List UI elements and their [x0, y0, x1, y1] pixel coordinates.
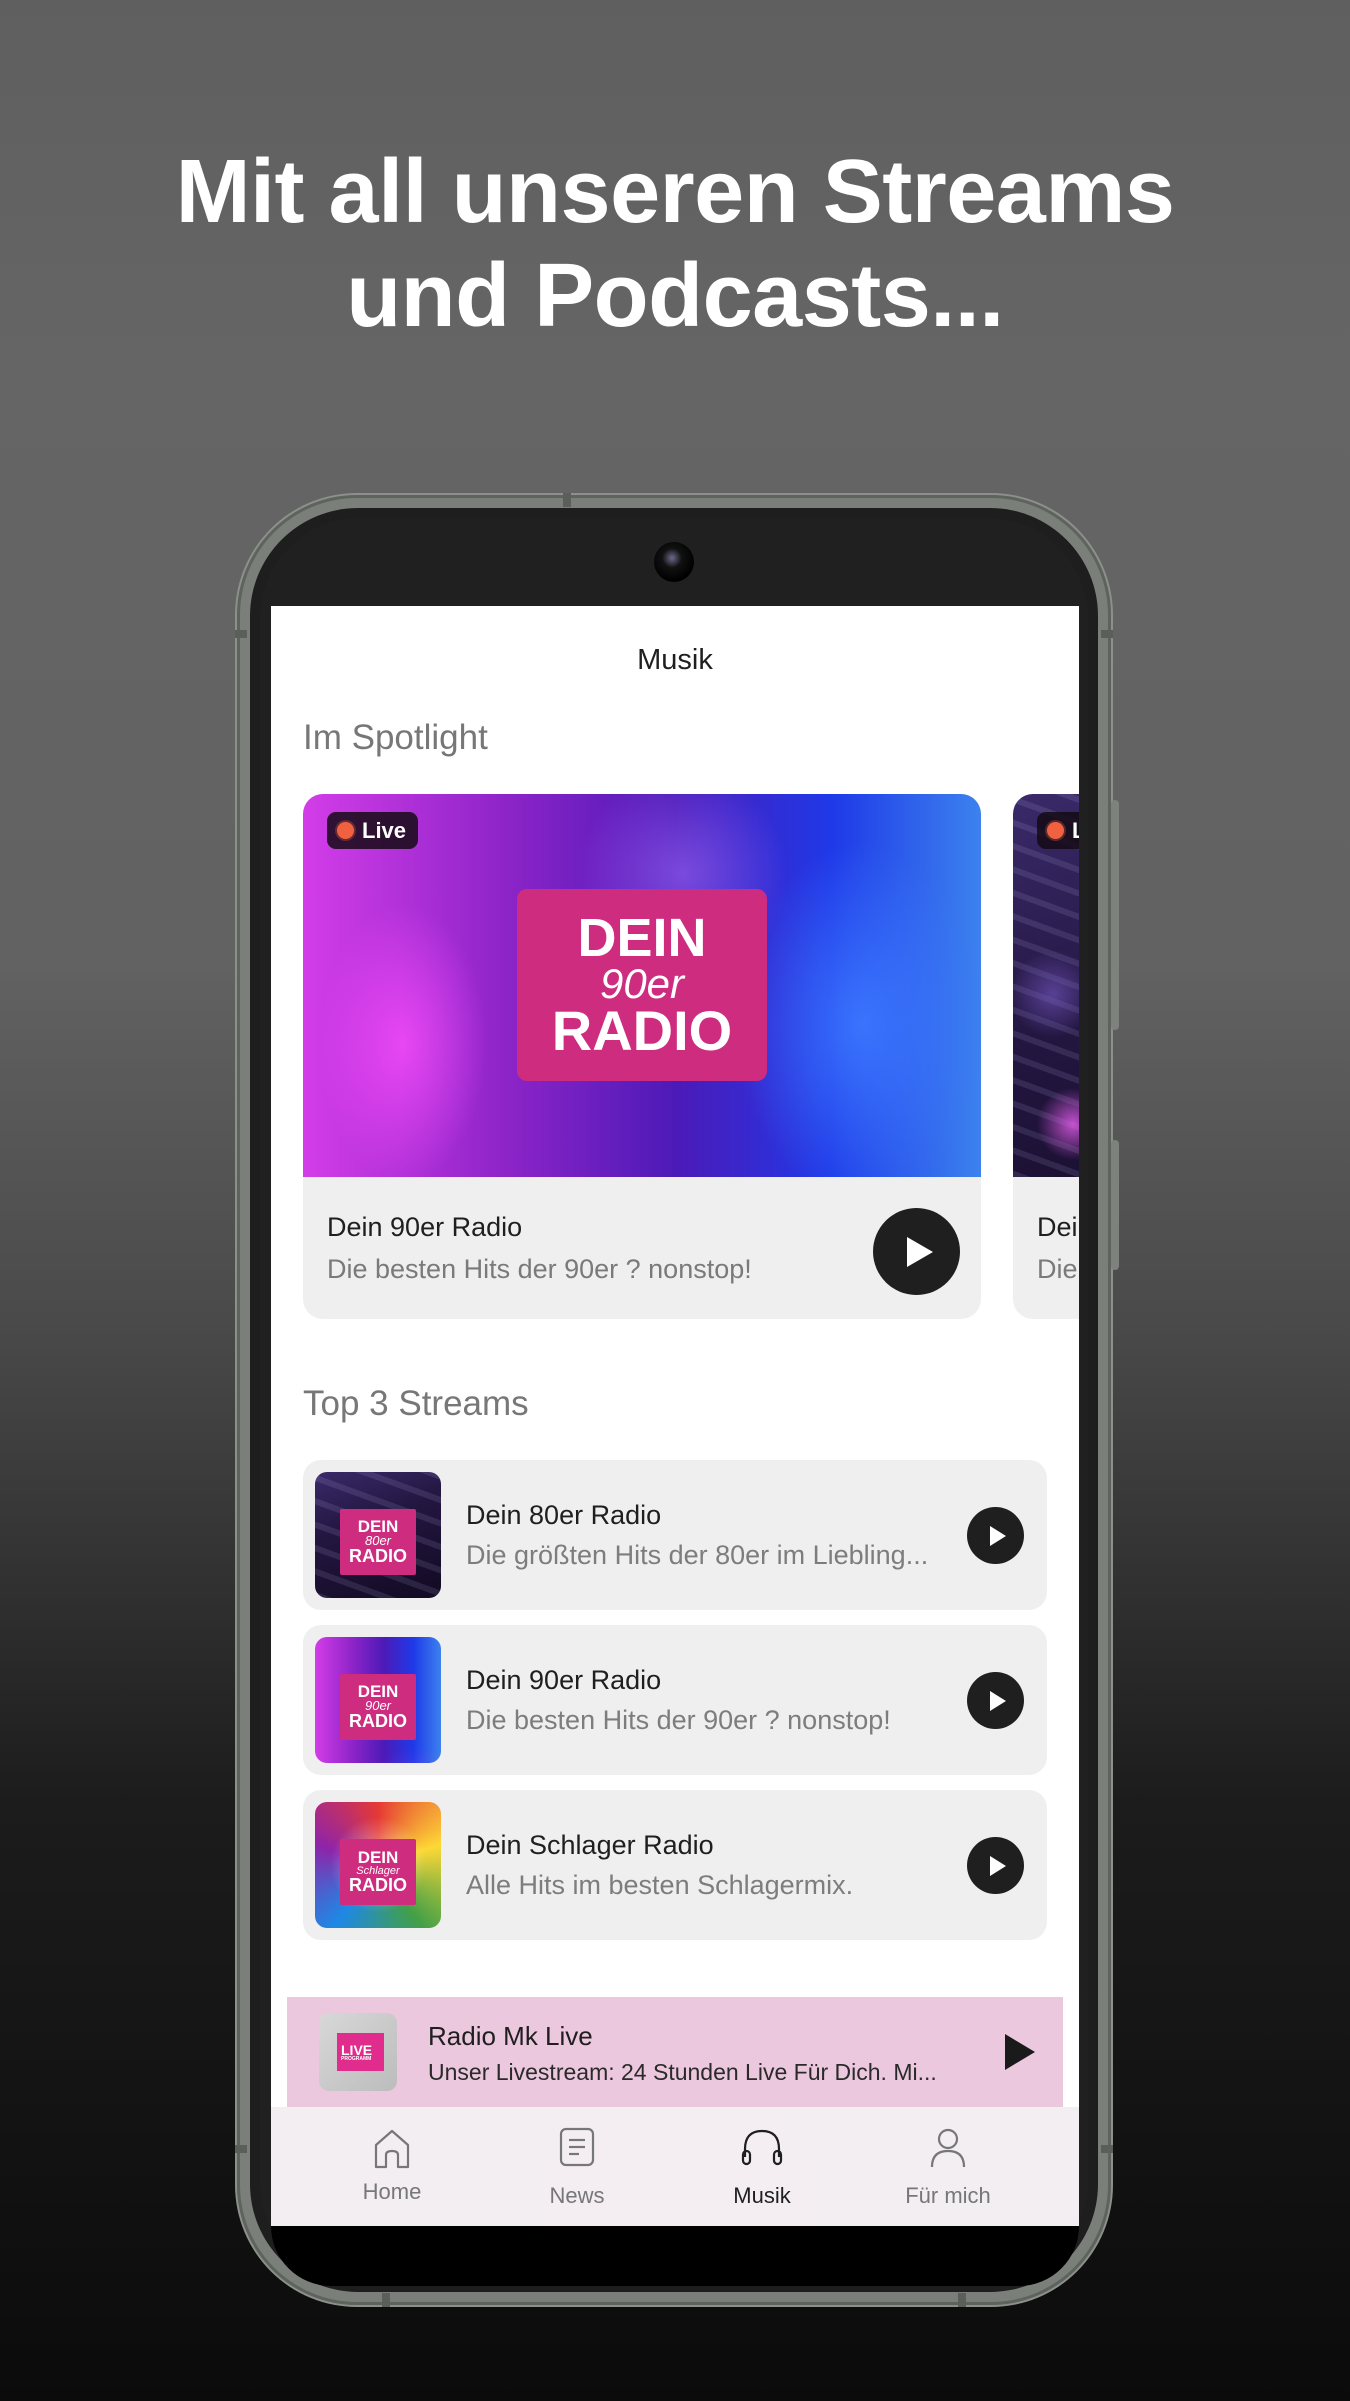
stream-name: Dein 90er Radio — [466, 1665, 662, 1695]
station-logo: DEIN 90er RADIO — [340, 1674, 416, 1740]
nav-item-news[interactable]: News — [502, 2107, 652, 2226]
play-icon — [906, 1236, 933, 1267]
logo-text-top: DEIN — [577, 907, 707, 968]
volume-button — [1111, 800, 1119, 1030]
page-title: Musik — [637, 644, 713, 676]
live-dot-icon — [1047, 822, 1064, 839]
stream-thumbnail: DEIN Schlager RADIO — [315, 1802, 441, 1928]
bottom-navigation: Home News Musik Für mich — [271, 2107, 1079, 2226]
logo-text-bottom: RADIO — [349, 1545, 407, 1566]
stream-list-item[interactable]: DEIN Schlager RADIO Dein Schlager Radio … — [303, 1790, 1047, 1940]
logo-text-bottom: RADIO — [551, 999, 733, 1062]
front-camera — [654, 542, 694, 582]
stream-list-item[interactable]: DEIN 80er RADIO Dein 80er Radio Die größ… — [303, 1460, 1047, 1610]
logo-text-top: DEIN — [357, 1848, 399, 1868]
play-button[interactable] — [873, 1208, 960, 1295]
mini-player-title: Radio Mk Live — [428, 2021, 593, 2051]
logo-text-bottom: RADIO — [349, 1710, 407, 1731]
spotlight-card[interactable]: Live Dein 80er Radio Die größten Hits de… — [1013, 794, 1079, 1319]
spotlight-image: Live — [1013, 794, 1079, 1177]
promo-headline: Mit all unseren Streams und Podcasts... — [0, 140, 1350, 348]
stream-description: Alle Hits im besten Schlagermix. — [466, 1870, 854, 1900]
play-icon — [989, 1855, 1006, 1876]
live-programm-logo: LIVE PROGRAMM — [337, 2033, 384, 2071]
station-logo: DEIN 90er RADIO — [517, 889, 767, 1081]
stream-thumbnail: DEIN 90er RADIO — [315, 1637, 441, 1763]
mini-player[interactable]: LIVE PROGRAMM Radio Mk Live Unser Livest… — [287, 1997, 1063, 2107]
live-badge: Live — [1037, 812, 1079, 849]
nav-item-musik[interactable]: Musik — [687, 2107, 837, 2226]
nav-item-home[interactable]: Home — [317, 2107, 467, 2226]
nav-item-fuer-mich[interactable]: Für mich — [873, 2107, 1023, 2226]
stream-thumbnail: DEIN 80er RADIO — [315, 1472, 441, 1598]
nav-label: News — [549, 2183, 605, 2208]
spotlight-station-description: Die größten Hits der 80er im Lieblingsmi… — [1037, 1254, 1079, 1284]
person-icon — [930, 2128, 966, 2168]
mini-player-description: Unser Livestream: 24 Stunden Live Für Di… — [428, 2059, 937, 2085]
app-screen: Musik Im Spotlight DEIN 90er RADIO Live … — [271, 606, 1079, 2226]
spotlight-section-title: Im Spotlight — [303, 718, 488, 757]
play-icon — [989, 1690, 1006, 1711]
play-button[interactable] — [967, 1837, 1024, 1894]
headline-line-2: und Podcasts... — [346, 246, 1004, 346]
stream-name: Dein Schlager Radio — [466, 1830, 714, 1860]
spotlight-image: DEIN 90er RADIO Live — [303, 794, 981, 1177]
top-streams-section-title: Top 3 Streams — [303, 1384, 529, 1423]
spotlight-station-description: Die besten Hits der 90er ? nonstop! — [327, 1254, 752, 1284]
station-logo: DEIN 80er RADIO — [340, 1509, 416, 1575]
play-button[interactable] — [967, 1672, 1024, 1729]
play-icon — [989, 1525, 1006, 1546]
stream-description: Die besten Hits der 90er ? nonstop! — [466, 1705, 891, 1735]
live-badge-label: Live — [362, 817, 407, 843]
spotlight-station-name: Dein 90er Radio — [327, 1212, 523, 1242]
mini-player-thumbnail: LIVE PROGRAMM — [319, 2013, 397, 2091]
mini-player-play-button[interactable] — [1005, 2034, 1035, 2070]
live-dot-icon — [337, 822, 354, 839]
live-badge: Live — [327, 812, 419, 849]
station-logo: DEIN Schlager RADIO — [340, 1839, 416, 1905]
spotlight-card[interactable]: DEIN 90er RADIO Live Dein 90er Radio Die… — [303, 794, 981, 1319]
play-button[interactable] — [967, 1507, 1024, 1564]
home-icon — [374, 2129, 410, 2169]
nav-label: Musik — [733, 2183, 791, 2208]
nav-label: Home — [362, 2179, 422, 2204]
stream-description: Die größten Hits der 80er im Liebling... — [466, 1540, 929, 1570]
nav-label: Für mich — [905, 2183, 991, 2208]
stream-name: Dein 80er Radio — [466, 1500, 662, 1530]
headline-line-1: Mit all unseren Streams — [175, 142, 1175, 242]
logo-text: LIVE — [341, 2041, 373, 2058]
power-button — [1111, 1140, 1119, 1270]
logo-text-bottom: RADIO — [349, 1874, 407, 1895]
phone-bottom-bezel — [271, 2226, 1079, 2286]
headphones-icon — [741, 2129, 783, 2166]
stream-list-item[interactable]: DEIN 90er RADIO Dein 90er Radio Die best… — [303, 1625, 1047, 1775]
live-badge-label: Live — [1072, 817, 1079, 843]
logo-sub-text: PROGRAMM — [341, 2055, 372, 2062]
news-icon — [559, 2127, 595, 2167]
spotlight-station-name: Dein 80er Radio — [1037, 1212, 1079, 1242]
